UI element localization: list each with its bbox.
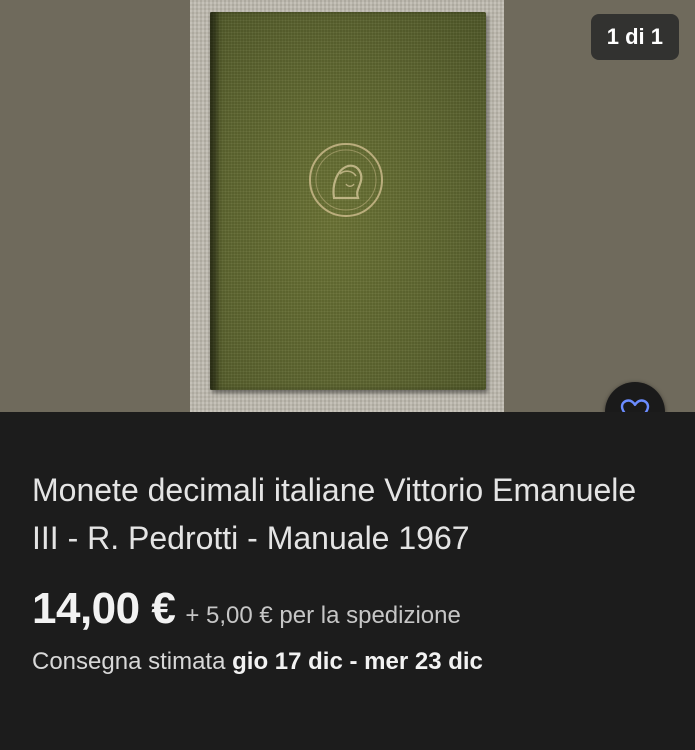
heart-outline-icon	[620, 399, 650, 412]
image-gallery[interactable]: 1 di 1	[0, 0, 695, 412]
coin-emblem-icon	[309, 143, 383, 217]
image-counter-badge: 1 di 1	[590, 14, 679, 60]
listing-info: Monete decimali italiane Vittorio Emanue…	[0, 412, 695, 676]
delivery-range: gio 17 dic - mer 23 dic	[232, 648, 483, 675]
book-spine	[210, 12, 220, 390]
delivery-label: Consegna stimata	[32, 648, 226, 675]
product-photo[interactable]	[190, 0, 504, 412]
listing-title: Monete decimali italiane Vittorio Emanue…	[32, 472, 637, 556]
price: 14,00 €	[32, 584, 176, 633]
price-row: 14,00 € + 5,00 € per la spedizione	[32, 584, 663, 634]
delivery-estimate: Consegna stimata gio 17 dic - mer 23 dic	[32, 648, 663, 676]
book-cover	[210, 12, 486, 390]
favorite-button[interactable]	[605, 382, 665, 412]
shipping-cost: + 5,00 € per la spedizione	[185, 602, 461, 629]
